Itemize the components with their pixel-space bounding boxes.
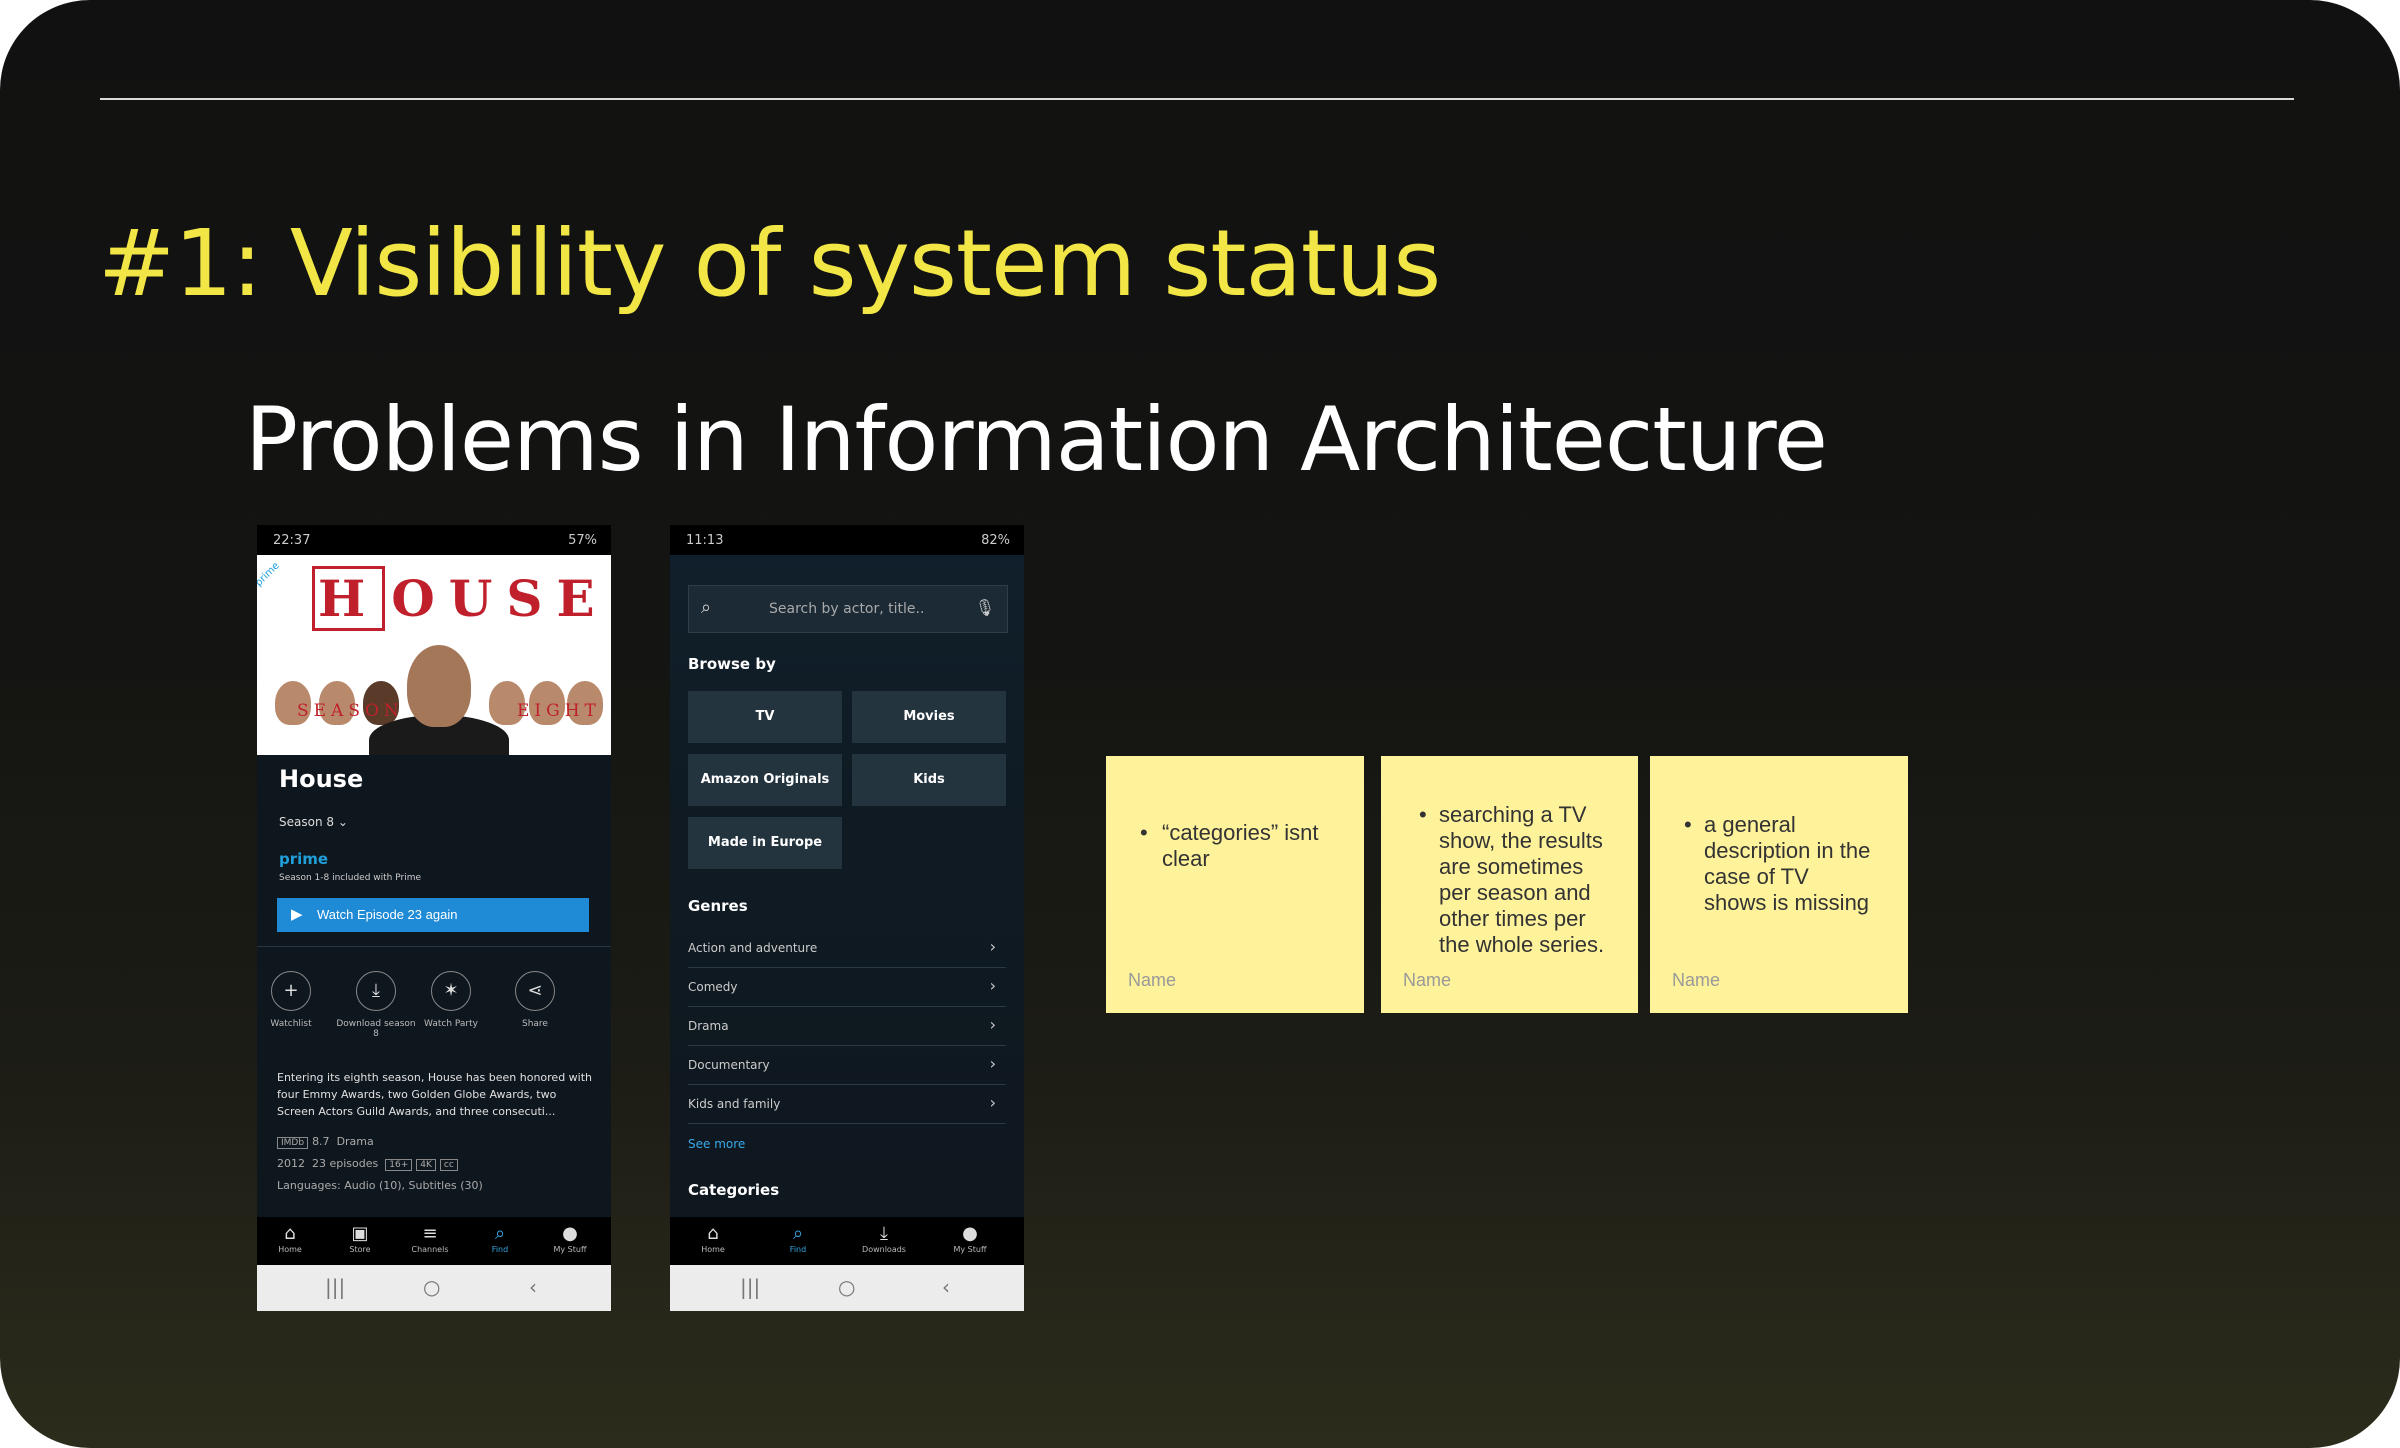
show-title: House xyxy=(279,765,364,793)
chevron-right-icon: › xyxy=(989,1093,996,1112)
status-bar: 11:13 82% xyxy=(670,525,1024,555)
battery-level: 57% xyxy=(568,533,597,548)
share-action[interactable]: ⋖ Share xyxy=(495,971,575,1029)
season-label: SEASON xyxy=(297,701,404,721)
status-time: 11:13 xyxy=(686,533,724,548)
search-icon: ⌕ xyxy=(701,597,712,618)
avatar-icon: ● xyxy=(962,1223,978,1244)
nav-my-stuff[interactable]: ● My Stuff xyxy=(940,1223,1000,1254)
browse-tile-made-in-europe[interactable]: Made in Europe xyxy=(688,817,842,869)
browse-tile-amazon-originals[interactable]: Amazon Originals xyxy=(688,754,842,806)
nav-store[interactable]: ▣ Store xyxy=(330,1223,390,1254)
download-icon: ⤓ xyxy=(356,971,396,1011)
share-icon: ⋖ xyxy=(515,971,555,1011)
play-icon: ▶ xyxy=(291,906,303,923)
nav-channels[interactable]: ≡ Channels xyxy=(400,1223,460,1254)
search-icon: ⌕ xyxy=(792,1223,804,1244)
note-author: Name xyxy=(1403,970,1452,990)
quality-badge-icon: 4K xyxy=(416,1159,436,1171)
download-action[interactable]: ⤓ Download season 8 xyxy=(336,971,416,1039)
languages-row: Languages: Audio (10), Subtitles (30) xyxy=(277,1179,483,1192)
slide-subtitle: Problems in Information Architecture xyxy=(245,388,1828,491)
show-description: Entering its eighth season, House has be… xyxy=(277,1071,593,1118)
search-input[interactable]: ⌕ Search by actor, title.. 🎙︎ xyxy=(688,585,1008,633)
divider xyxy=(257,946,611,947)
chevron-right-icon: › xyxy=(989,937,996,956)
microphone-icon[interactable]: 🎙︎ xyxy=(975,598,995,617)
recent-apps-icon[interactable]: ||| xyxy=(325,1275,345,1299)
bottom-nav: ⌂ Home ⌕ Find ⤓ Downloads ● My Stuff xyxy=(670,1217,1024,1265)
home-icon: ⌂ xyxy=(707,1223,719,1244)
sticky-note: • “categories” isnt clear Name xyxy=(1106,756,1364,1013)
eight-label: EIGHT xyxy=(517,701,601,721)
battery-level: 82% xyxy=(981,533,1010,548)
home-circle-icon[interactable]: ○ xyxy=(423,1275,440,1299)
nav-home[interactable]: ⌂ Home xyxy=(683,1223,743,1254)
party-icon: ✶ xyxy=(431,971,471,1011)
home-circle-icon[interactable]: ○ xyxy=(838,1275,855,1299)
chevron-down-icon: ⌄ xyxy=(337,815,348,829)
house-logo: H OUSE xyxy=(312,566,609,631)
rating-row: IMDb 8.7 Drama xyxy=(277,1135,374,1149)
prime-corner-tag: prime xyxy=(257,560,282,589)
nav-find[interactable]: ⌕ Find xyxy=(768,1223,828,1254)
nav-find[interactable]: ⌕ Find xyxy=(470,1223,530,1254)
lead-actor-face xyxy=(407,645,471,727)
browse-tile-movies[interactable]: Movies xyxy=(852,691,1006,743)
genre-row[interactable]: Kids and family › xyxy=(688,1085,1006,1124)
info-row: 2012 23 episodes 16+ 4K cc xyxy=(277,1157,462,1171)
chevron-right-icon: › xyxy=(989,1054,996,1073)
plus-icon: + xyxy=(271,971,311,1011)
avatar-icon: ● xyxy=(562,1223,578,1244)
phone-screenshot-find: 11:13 82% ⌕ Search by actor, title.. 🎙︎ … xyxy=(670,525,1024,1311)
cc-badge-icon: cc xyxy=(439,1159,458,1171)
nav-home[interactable]: ⌂ Home xyxy=(260,1223,320,1254)
search-icon: ⌕ xyxy=(494,1223,506,1244)
status-bar: 22:37 57% xyxy=(257,525,611,555)
store-icon: ▣ xyxy=(351,1223,369,1244)
slide: #1: Visibility of system status Problems… xyxy=(0,0,2400,1448)
status-time: 22:37 xyxy=(273,533,311,548)
genre-row[interactable]: Action and adventure › xyxy=(688,929,1006,968)
nav-my-stuff[interactable]: ● My Stuff xyxy=(540,1223,600,1254)
slide-title: #1: Visibility of system status xyxy=(98,210,1441,317)
chevron-right-icon: › xyxy=(989,976,996,995)
watchlist-action[interactable]: + Watchlist xyxy=(257,971,331,1029)
browse-by-heading: Browse by xyxy=(688,655,776,673)
back-icon[interactable]: ‹ xyxy=(942,1275,950,1299)
back-icon[interactable]: ‹ xyxy=(529,1275,537,1299)
watch-episode-button[interactable]: ▶ Watch Episode 23 again xyxy=(277,898,589,932)
cast-illustration xyxy=(257,645,611,755)
genre-row[interactable]: Documentary › xyxy=(688,1046,1006,1085)
system-nav-bar: ||| ○ ‹ xyxy=(670,1265,1024,1311)
genre-row[interactable]: Comedy › xyxy=(688,968,1006,1007)
channels-icon: ≡ xyxy=(422,1223,438,1244)
download-icon: ⤓ xyxy=(880,1223,888,1244)
recent-apps-icon[interactable]: ||| xyxy=(740,1275,760,1299)
genres-heading: Genres xyxy=(688,897,748,915)
imdb-icon: IMDb xyxy=(277,1137,309,1149)
prime-badge: prime xyxy=(279,850,329,868)
home-icon: ⌂ xyxy=(284,1223,296,1244)
phone-screenshot-house: 22:37 57% prime H OUSE SEASON EIGHT House… xyxy=(257,525,611,1311)
included-text: Season 1-8 included with Prime xyxy=(279,873,421,883)
bottom-nav: ⌂ Home ▣ Store ≡ Channels ⌕ Find ● My Stuff xyxy=(257,1217,611,1265)
browse-tile-tv[interactable]: TV xyxy=(688,691,842,743)
browse-tile-kids[interactable]: Kids xyxy=(852,754,1006,806)
see-more-link[interactable]: See more xyxy=(688,1137,745,1151)
system-nav-bar: ||| ○ ‹ xyxy=(257,1265,611,1311)
sticky-note: • searching a TV show, the results are s… xyxy=(1381,756,1638,1013)
top-divider xyxy=(100,98,2294,100)
show-hero-image: prime H OUSE SEASON EIGHT xyxy=(257,555,611,755)
season-selector[interactable]: Season 8 ⌄ xyxy=(279,815,348,829)
nav-downloads[interactable]: ⤓ Downloads xyxy=(854,1223,914,1254)
chevron-right-icon: › xyxy=(989,1015,996,1034)
note-author: Name xyxy=(1672,970,1721,990)
categories-heading: Categories xyxy=(688,1181,780,1199)
note-author: Name xyxy=(1128,970,1177,990)
sticky-note: • a general description in the case of T… xyxy=(1650,756,1908,1013)
genre-row[interactable]: Drama › xyxy=(688,1007,1006,1046)
watch-party-action[interactable]: ✶ Watch Party xyxy=(421,971,481,1029)
